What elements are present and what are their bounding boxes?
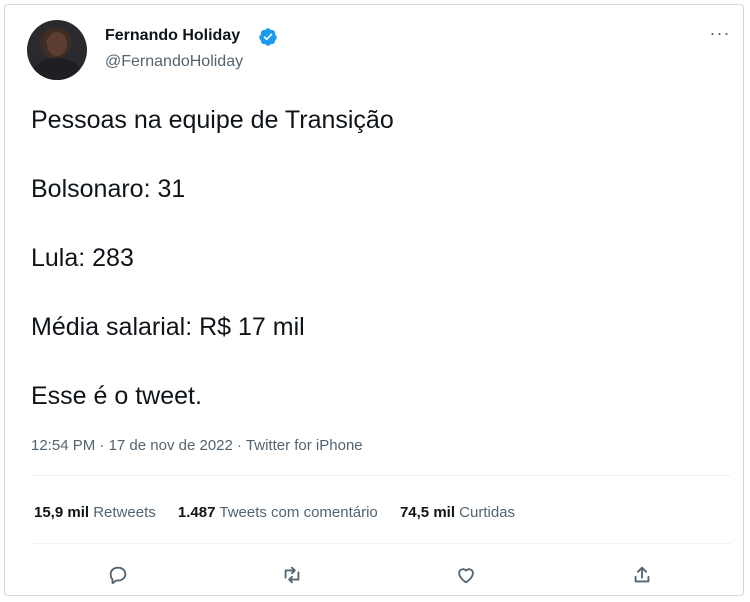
action-bar — [31, 558, 731, 592]
likes-count: 74,5 mil — [399, 504, 455, 521]
tweet-line: Lula: 283 — [31, 244, 134, 272]
tweet-line: Esse é o tweet. — [31, 382, 202, 410]
tweet-line: Média salarial: R$ 17 mil — [31, 313, 305, 341]
tweet-card: Fernando Holiday @FernandoHoliday ··· Pe… — [4, 4, 744, 596]
more-options-icon[interactable]: ··· — [707, 24, 733, 49]
tweet-body: Pessoas na equipe de Transição Bolsonaro… — [31, 105, 731, 450]
meta-separator: · — [237, 437, 243, 454]
verified-badge-icon — [259, 28, 277, 46]
reply-button[interactable] — [101, 558, 135, 592]
author-display-name[interactable]: Fernando Holiday — [105, 27, 240, 45]
retweet-icon — [284, 566, 300, 584]
likes-stat[interactable]: 74,5 mil Curtidas — [400, 504, 515, 521]
tweet-time[interactable]: 12:54 PM — [31, 437, 95, 454]
tweet-line: Pessoas na equipe de Transição — [31, 106, 394, 134]
retweet-button[interactable] — [275, 558, 309, 592]
likes-label: Curtidas — [459, 504, 516, 521]
engagement-stats: 15,9 mil Retweets 1.487 Tweets com comen… — [34, 504, 533, 521]
divider — [31, 475, 731, 476]
avatar[interactable] — [27, 20, 87, 80]
tweet-metadata: 12:54 PM · 17 de nov de 2022 · Twitter f… — [31, 437, 363, 454]
avatar-face — [47, 32, 67, 56]
quote-tweets-label: Tweets com comentário — [219, 504, 378, 521]
avatar-shoulders — [33, 58, 81, 80]
retweets-stat[interactable]: 15,9 mil Retweets — [34, 504, 156, 521]
retweets-label: Retweets — [93, 504, 156, 521]
retweets-count: 15,9 mil — [34, 504, 90, 521]
like-button[interactable] — [449, 558, 483, 592]
author-handle[interactable]: @FernandoHoliday — [105, 53, 243, 71]
share-button[interactable] — [625, 558, 659, 592]
like-icon — [458, 568, 474, 584]
quote-tweets-stat[interactable]: 1.487 Tweets com comentário — [178, 504, 378, 521]
tweet-line: Bolsonaro: 31 — [31, 175, 186, 203]
tweet-date[interactable]: 17 de nov de 2022 — [109, 437, 233, 454]
quote-tweets-count: 1.487 — [177, 504, 216, 521]
share-icon — [634, 566, 650, 583]
tweet-source[interactable]: Twitter for iPhone — [246, 437, 363, 454]
reply-icon — [109, 566, 127, 585]
meta-separator: · — [99, 437, 105, 454]
divider — [31, 543, 731, 544]
